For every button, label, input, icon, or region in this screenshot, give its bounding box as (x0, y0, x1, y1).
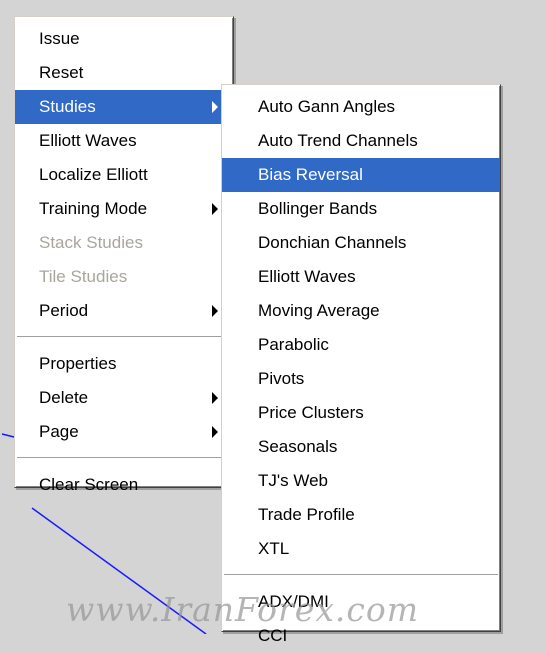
submenu-item-donchian-channels[interactable]: Donchian Channels (222, 226, 500, 260)
trend-line-stub (1, 433, 15, 438)
menu-item-delete[interactable]: Delete (15, 381, 233, 415)
menu-item-label: Elliott Waves (39, 131, 137, 150)
menu-item-label: Donchian Channels (258, 233, 407, 252)
menu-item-label: CCI (258, 626, 288, 645)
studies-submenu: Auto Gann Angles Auto Trend Channels Bia… (221, 84, 501, 645)
submenu-item-seasonals[interactable]: Seasonals (222, 430, 500, 464)
submenu-arrow-icon (212, 426, 218, 438)
submenu-arrow-icon (212, 392, 218, 404)
menu-item-tile-studies: Tile Studies (15, 260, 233, 294)
menu-item-label: Elliott Waves (258, 267, 356, 286)
menu-item-label: Delete (39, 388, 89, 407)
menu-item-training-mode[interactable]: Training Mode (15, 192, 233, 226)
menu-item-label: Seasonals (258, 437, 338, 456)
menu-item-label: Moving Average (258, 301, 380, 320)
submenu-item-moving-average[interactable]: Moving Average (222, 294, 500, 328)
submenu-arrow-icon (212, 203, 218, 215)
menu-item-localize-elliott[interactable]: Localize Elliott (15, 158, 233, 192)
submenu-item-cci[interactable]: CCI (222, 619, 500, 653)
menu-item-label: Auto Gann Angles (258, 97, 396, 116)
menu-item-label: Bollinger Bands (258, 199, 378, 218)
menu-item-page[interactable]: Page (15, 415, 233, 449)
menu-item-label: Tile Studies (39, 267, 128, 286)
menu-item-label: Pivots (258, 369, 305, 388)
menu-item-clear-screen[interactable]: Clear Screen (15, 468, 233, 502)
menu-item-label: Issue (39, 29, 80, 48)
submenu-item-trade-profile[interactable]: Trade Profile (222, 498, 500, 532)
submenu-item-bollinger-bands[interactable]: Bollinger Bands (222, 192, 500, 226)
menu-item-label: ADX/DMI (258, 592, 329, 611)
menu-item-label: Properties (39, 354, 117, 373)
menu-item-label: Parabolic (258, 335, 329, 354)
menu-item-label: Studies (39, 97, 96, 116)
submenu-arrow-icon (212, 101, 218, 113)
menu-item-label: Training Mode (39, 199, 148, 218)
submenu-item-xtl[interactable]: XTL (222, 532, 500, 566)
submenu-item-adx-dmi[interactable]: ADX/DMI (222, 585, 500, 619)
menu-item-issue[interactable]: Issue (15, 22, 233, 56)
submenu-item-parabolic[interactable]: Parabolic (222, 328, 500, 362)
submenu-item-pivots[interactable]: Pivots (222, 362, 500, 396)
submenu-item-price-clusters[interactable]: Price Clusters (222, 396, 500, 430)
menu-item-label: Reset (39, 63, 84, 82)
submenu-item-bias-reversal[interactable]: Bias Reversal (222, 158, 500, 192)
menu-item-label: Price Clusters (258, 403, 364, 422)
menu-item-period[interactable]: Period (15, 294, 233, 328)
menu-item-label: XTL (258, 539, 290, 558)
menu-item-stack-studies: Stack Studies (15, 226, 233, 260)
menu-item-properties[interactable]: Properties (15, 347, 233, 381)
menu-item-label: Clear Screen (39, 475, 139, 494)
trend-line-segment (31, 507, 207, 634)
menu-item-elliott-waves[interactable]: Elliott Waves (15, 124, 233, 158)
menu-item-label: Localize Elliott (39, 165, 148, 184)
menu-item-label: Bias Reversal (258, 165, 363, 184)
submenu-item-elliott-waves[interactable]: Elliott Waves (222, 260, 500, 294)
menu-item-label: Stack Studies (39, 233, 143, 252)
submenu-item-auto-gann-angles[interactable]: Auto Gann Angles (222, 90, 500, 124)
menu-separator (17, 457, 231, 460)
menu-item-label: Period (39, 301, 89, 320)
context-menu: Issue Reset Studies Elliott Waves Locali… (14, 16, 234, 494)
submenu-item-auto-trend-channels[interactable]: Auto Trend Channels (222, 124, 500, 158)
menu-separator (17, 336, 231, 339)
submenu-item-tjs-web[interactable]: TJ's Web (222, 464, 500, 498)
menu-item-label: Page (39, 422, 79, 441)
menu-item-studies[interactable]: Studies (15, 90, 233, 124)
menu-item-reset[interactable]: Reset (15, 56, 233, 90)
menu-item-label: Auto Trend Channels (258, 131, 418, 150)
submenu-arrow-icon (212, 305, 218, 317)
menu-item-label: Trade Profile (258, 505, 355, 524)
menu-separator (224, 574, 498, 577)
menu-item-label: TJ's Web (258, 471, 329, 490)
